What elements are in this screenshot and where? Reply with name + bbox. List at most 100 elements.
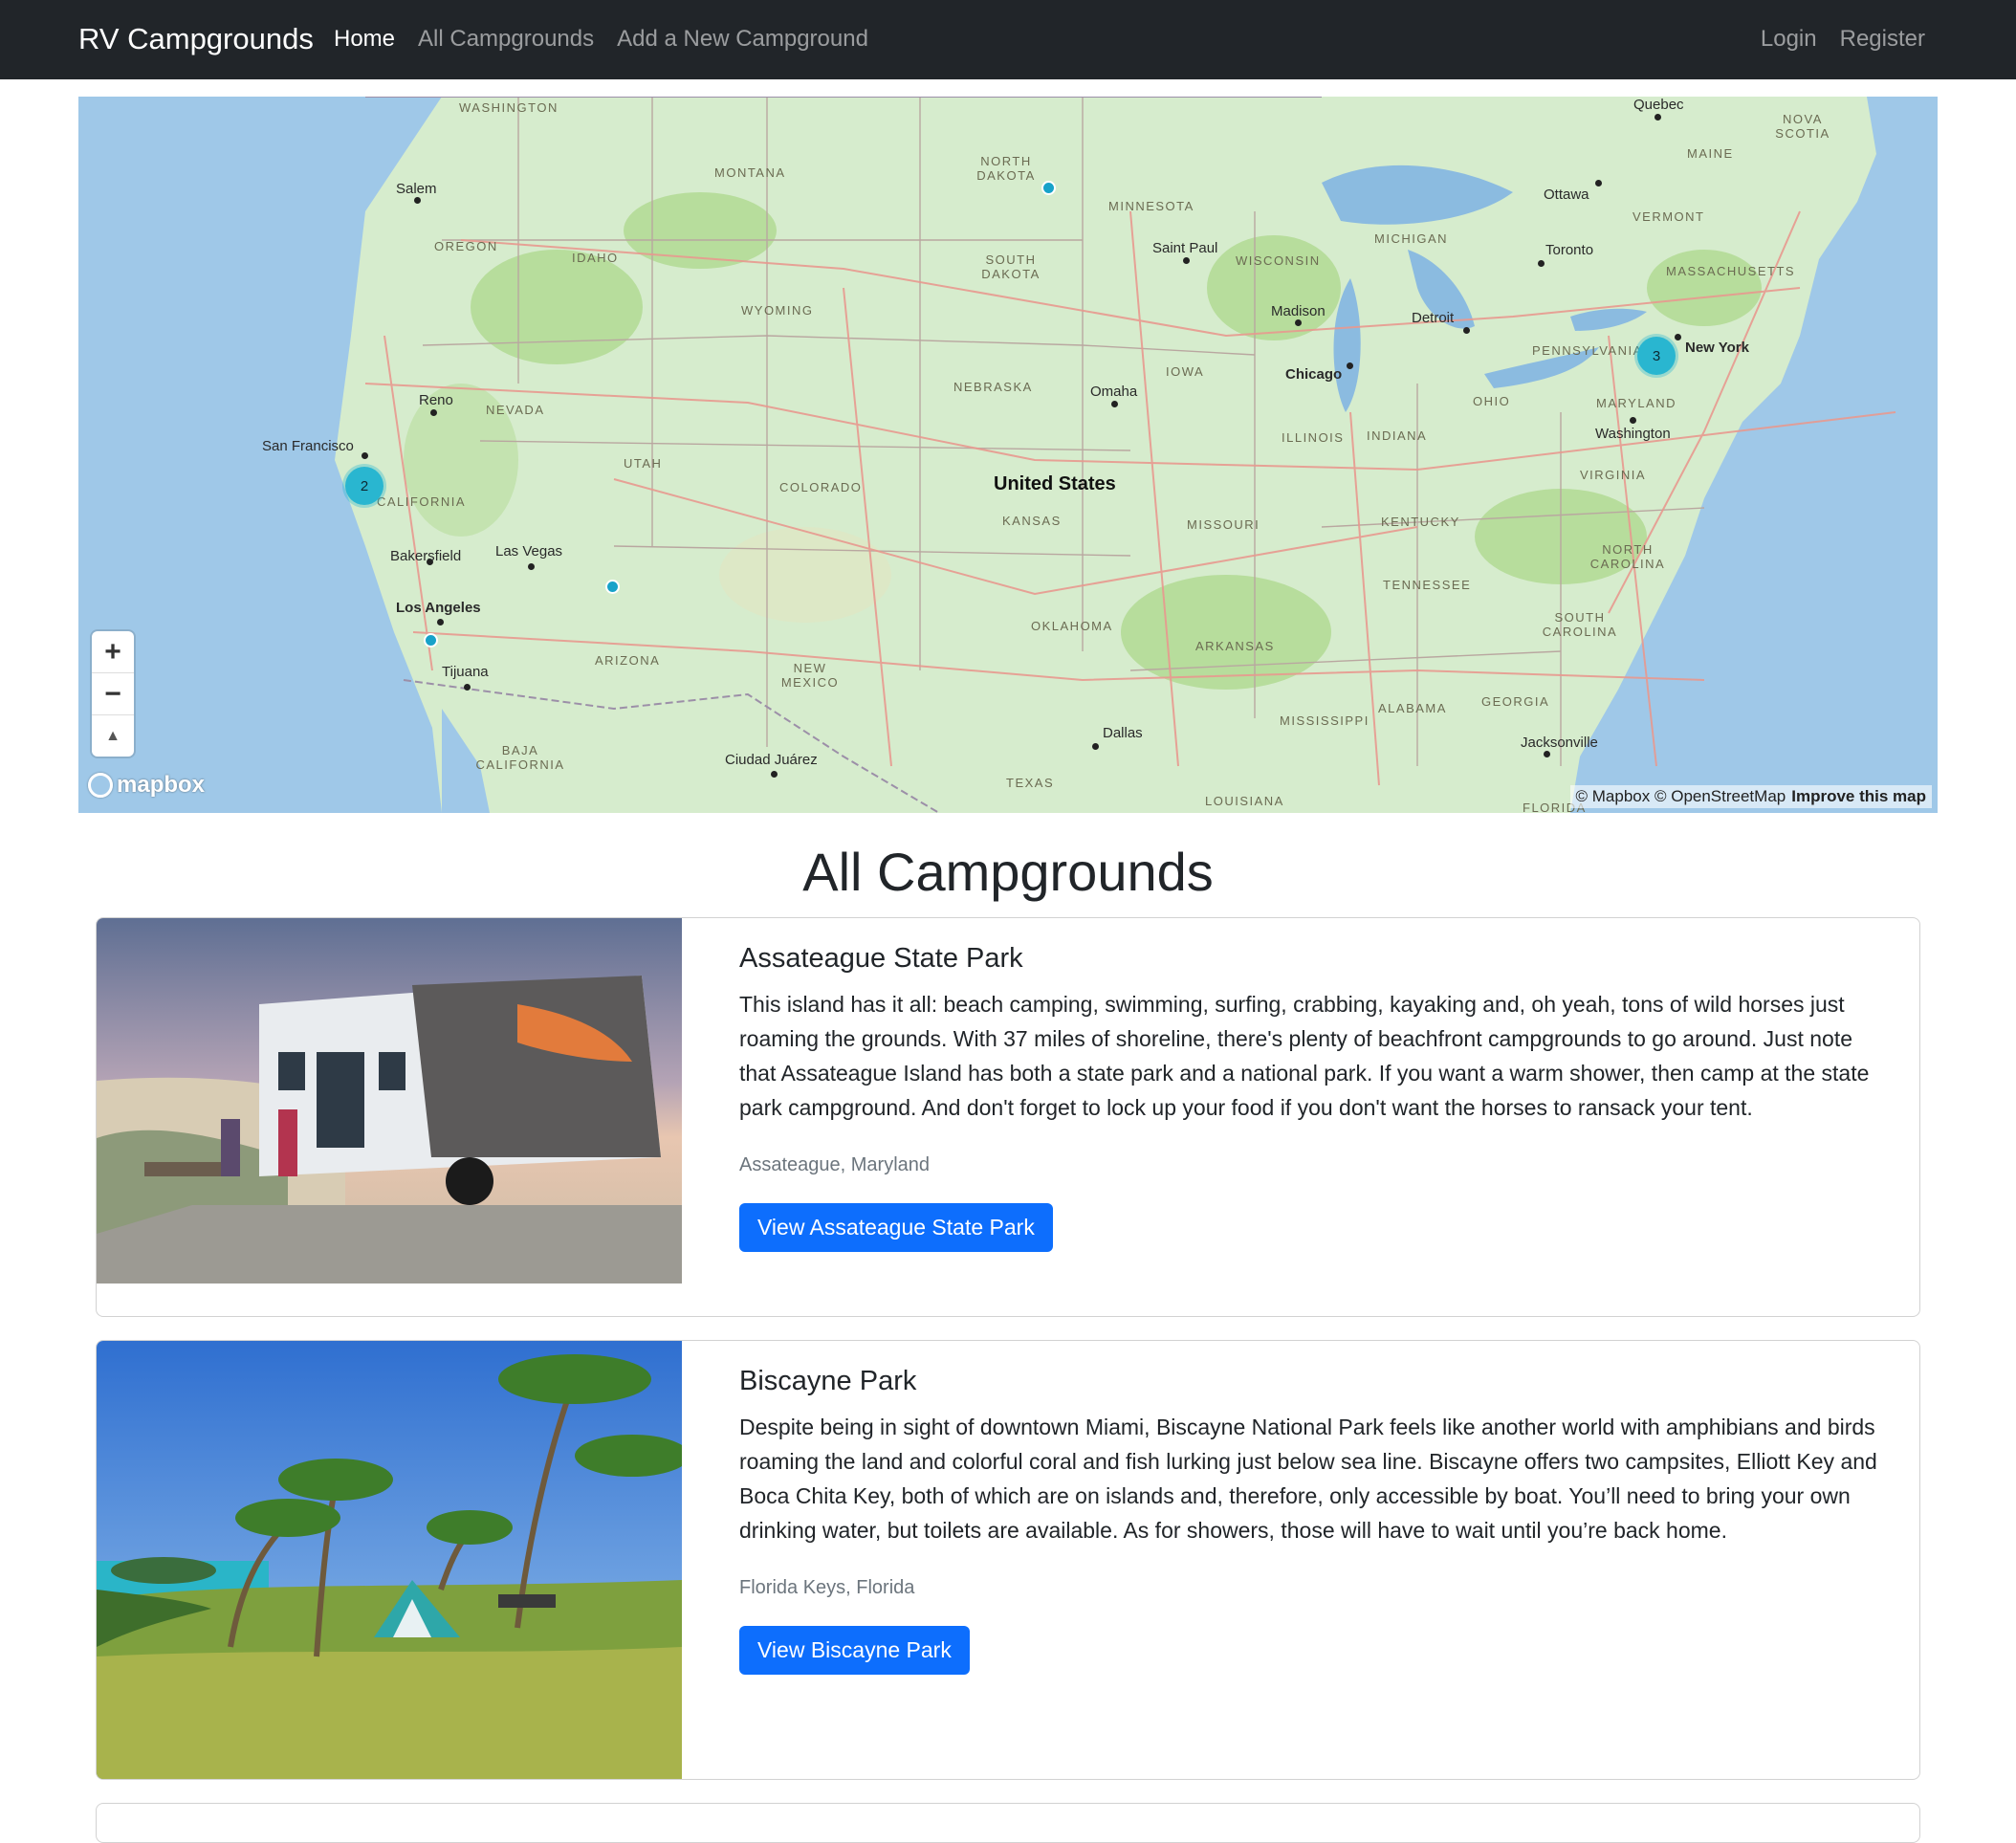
state-label: Maryland — [1596, 396, 1677, 410]
state-label: Wyoming — [741, 303, 814, 318]
brand-link[interactable]: RV Campgrounds — [78, 19, 314, 59]
campground-cluster-map[interactable]: Washington Montana North Dakota Minnesot… — [78, 97, 1938, 813]
nav-all-campgrounds-link[interactable]: All Campgrounds — [418, 21, 594, 57]
city-label: Toronto — [1545, 242, 1594, 258]
state-label: Ohio — [1473, 394, 1511, 408]
city-label: Tijuana — [442, 664, 489, 680]
campground-image — [97, 1341, 682, 1779]
campground-image — [97, 918, 682, 1284]
city-label: Omaha — [1090, 384, 1138, 400]
cluster-marker[interactable]: 2 — [345, 467, 383, 505]
state-label: Illinois — [1282, 430, 1345, 445]
state-label: Nevada — [486, 403, 545, 417]
city-dot — [1295, 319, 1302, 326]
state-label: South Dakota — [981, 252, 1041, 281]
state-label: New Mexico — [780, 661, 840, 690]
state-label: Utah — [624, 456, 663, 471]
nav-home-link[interactable]: Home — [334, 21, 395, 57]
campground-title: Assateague State Park — [739, 943, 1023, 974]
city-dot — [414, 197, 421, 204]
view-campground-button[interactable]: View Assateague State Park — [739, 1203, 1053, 1252]
state-label: Massachusetts — [1666, 264, 1796, 278]
zoom-in-button[interactable]: + — [92, 631, 134, 673]
city-label: Saint Paul — [1152, 240, 1218, 256]
state-label: Pennsylvania — [1532, 343, 1643, 358]
city-label: Madison — [1271, 303, 1326, 319]
state-label: Baja California — [475, 743, 565, 772]
zoom-out-button[interactable]: − — [92, 673, 134, 715]
city-label: Reno — [419, 392, 453, 408]
city-label: Ciudad Juárez — [725, 752, 818, 768]
state-label: Indiana — [1367, 428, 1428, 443]
state-label: Nebraska — [953, 380, 1033, 394]
state-label: Iowa — [1166, 364, 1205, 379]
state-label: North Carolina — [1589, 542, 1666, 571]
register-link[interactable]: Register — [1840, 21, 1925, 57]
state-label: California — [377, 494, 467, 509]
city-dot — [1538, 260, 1545, 267]
state-label: Georgia — [1481, 694, 1550, 709]
city-label: Bakersfield — [390, 548, 462, 564]
state-label: Idaho — [572, 251, 619, 265]
city-label: Detroit — [1412, 310, 1455, 326]
city-dot — [1183, 257, 1190, 264]
state-label: Michigan — [1374, 231, 1448, 246]
attribution-text[interactable]: © Mapbox © OpenStreetMap — [1576, 787, 1786, 805]
mapbox-logo[interactable]: mapbox — [88, 772, 205, 799]
city-dot — [1654, 114, 1661, 121]
state-label: Vermont — [1633, 209, 1705, 224]
campground-marker[interactable] — [424, 633, 438, 647]
city-label: Quebec — [1633, 97, 1684, 113]
city-dot — [430, 409, 437, 416]
city-dot — [1675, 334, 1681, 340]
campground-card: Biscayne Park Despite being in sight of … — [96, 1340, 1920, 1780]
state-label: Arkansas — [1195, 639, 1275, 653]
campground-location: Assateague, Maryland — [739, 1154, 931, 1175]
cluster-marker[interactable]: 3 — [1637, 337, 1676, 375]
city-dot — [1463, 327, 1470, 334]
campground-card — [96, 1803, 1920, 1843]
map-attribution: © Mapbox © OpenStreetMap Improve this map — [1569, 785, 1932, 808]
campground-description: This island has it all: beach camping, s… — [739, 992, 1870, 1120]
state-label: South Carolina — [1542, 610, 1618, 639]
city-label: Washington — [1595, 426, 1671, 442]
state-label: Minnesota — [1108, 199, 1194, 213]
city-dot — [464, 684, 471, 691]
login-link[interactable]: Login — [1761, 21, 1817, 57]
city-dot — [771, 771, 778, 778]
state-label: Washington — [459, 100, 559, 115]
state-label: Missouri — [1187, 517, 1260, 532]
city-label: Jacksonville — [1521, 735, 1598, 751]
state-label: Kansas — [1002, 514, 1062, 528]
map-base-layer — [78, 97, 1938, 813]
state-label: Oklahoma — [1031, 619, 1113, 633]
state-label: Wisconsin — [1236, 253, 1321, 268]
state-label: North Dakota — [976, 154, 1036, 183]
campground-marker[interactable] — [1041, 181, 1056, 195]
state-label: Texas — [1006, 776, 1055, 790]
city-dot — [1092, 743, 1099, 750]
state-label: Maine — [1687, 146, 1734, 161]
city-label: Los Angeles — [396, 600, 481, 616]
state-label: Virginia — [1580, 468, 1647, 482]
map-navigation-control: + − ▲ — [92, 631, 134, 757]
auth-links: Login Register — [1761, 21, 1925, 57]
nav-add-campground-link[interactable]: Add a New Campground — [617, 21, 868, 57]
city-dot — [362, 452, 368, 459]
city-dot — [1111, 401, 1118, 407]
city-label: Ottawa — [1544, 186, 1589, 203]
state-label: Nova Scotia — [1775, 112, 1830, 141]
state-label: Oregon — [434, 239, 498, 253]
view-campground-button[interactable]: View Biscayne Park — [739, 1626, 970, 1675]
state-label: Tennessee — [1383, 578, 1472, 592]
city-dot — [1595, 180, 1602, 186]
improve-map-link[interactable]: Improve this map — [1791, 787, 1926, 805]
city-dot — [437, 619, 444, 625]
campground-marker[interactable] — [605, 580, 620, 594]
campground-location: Florida Keys, Florida — [739, 1577, 915, 1598]
compass-button[interactable]: ▲ — [92, 715, 134, 757]
state-label: Montana — [714, 165, 786, 180]
city-label: New York — [1685, 340, 1749, 356]
page-title: All Campgrounds — [802, 842, 1214, 902]
city-label: San Francisco — [262, 438, 354, 454]
